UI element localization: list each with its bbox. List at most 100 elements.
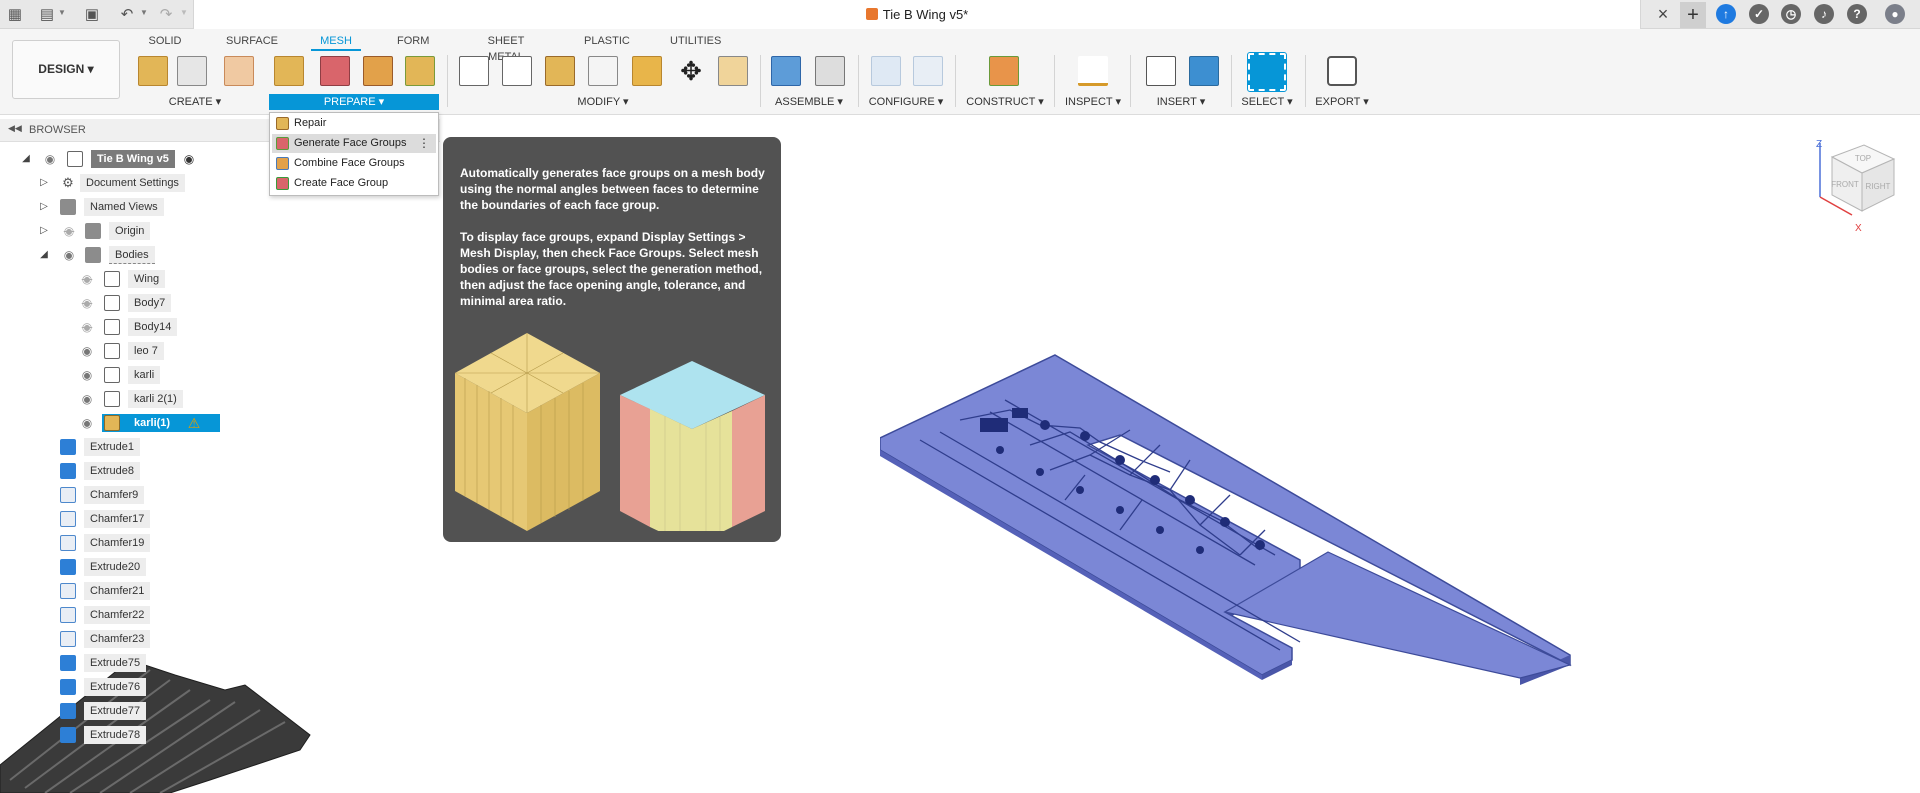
tab-form[interactable]: FORM <box>397 33 429 51</box>
select-group-button[interactable]: SELECT ▾ <box>1239 94 1295 110</box>
tree-feature-row[interactable]: Chamfer17 <box>0 509 160 529</box>
tree-feature-row[interactable]: Chamfer19 <box>0 533 160 553</box>
visibility-eye-icon[interactable]: ◉ <box>80 393 94 405</box>
expand-toggle-icon[interactable]: ◢ <box>38 249 50 261</box>
expand-toggle-icon[interactable]: ▷ <box>38 225 50 237</box>
insert-derive-icon[interactable] <box>1146 56 1176 86</box>
tree-feature-row[interactable]: Extrude20 <box>0 557 160 577</box>
visibility-eye-icon[interactable]: ◉ <box>43 153 57 165</box>
construct-group-button[interactable]: CONSTRUCT ▾ <box>965 94 1045 110</box>
tab-solid[interactable]: SOLID <box>147 33 183 51</box>
notifications-bell-icon[interactable]: ♪ <box>1814 4 1834 24</box>
offset-plane-icon[interactable] <box>989 56 1019 86</box>
tree-root-row[interactable]: ◢ ◉ Tie B Wing v5 ◉ <box>0 149 210 169</box>
configuration-table-icon[interactable] <box>913 56 943 86</box>
undo-chevron-down-icon[interactable]: ▼ <box>140 9 148 17</box>
visibility-eye-icon[interactable]: ◉ <box>80 369 94 381</box>
expand-toggle-icon[interactable]: ▷ <box>38 177 50 189</box>
generate-face-groups-icon[interactable] <box>320 56 350 86</box>
tessellate-icon[interactable] <box>224 56 254 86</box>
tree-feature-row[interactable]: Extrude75 <box>0 653 160 673</box>
visibility-eye-icon[interactable]: ◉ <box>80 417 94 429</box>
job-status-icon[interactable]: ✓ <box>1749 4 1769 24</box>
viewcube-top-face-label[interactable]: TOP <box>1855 154 1871 163</box>
mesh-body-model[interactable] <box>880 350 1580 760</box>
plane-cut-icon[interactable] <box>459 56 489 86</box>
close-tab-icon[interactable]: × <box>1653 4 1673 24</box>
tree-feature-row[interactable]: Chamfer21 <box>0 581 160 601</box>
tab-utilities[interactable]: UTILITIES <box>670 33 721 51</box>
redo-icon[interactable]: ↷ <box>155 4 177 26</box>
file-menu-chevron-down-icon[interactable]: ▼ <box>58 9 66 17</box>
tree-body-row[interactable]: ◉ Wing <box>0 269 190 289</box>
more-options-icon[interactable]: ⋮ <box>418 134 430 153</box>
tree-feature-row[interactable]: Chamfer23 <box>0 629 160 649</box>
assemble-group-button[interactable]: ASSEMBLE ▾ <box>771 94 847 110</box>
combine-face-groups-icon[interactable] <box>363 56 393 86</box>
tree-body-row[interactable]: ◉ leo 7 <box>0 341 190 361</box>
activate-radio-icon[interactable]: ◉ <box>182 153 196 165</box>
inspect-group-button[interactable]: INSPECT ▾ <box>1062 94 1124 110</box>
new-tab-plus-icon[interactable]: + <box>1680 2 1706 28</box>
tree-body-row[interactable]: ◉ karli 2(1) <box>0 389 190 409</box>
redo-chevron-down-icon[interactable]: ▼ <box>180 9 188 17</box>
file-icon[interactable]: ▤ <box>36 4 58 26</box>
tree-item-document-settings[interactable]: ▷ ⚙ Document Settings <box>0 173 190 193</box>
tree-feature-row[interactable]: Extrude77 <box>0 701 160 721</box>
viewcube-front-face-label[interactable]: FRONT <box>1831 180 1859 189</box>
tab-plastic[interactable]: PLASTIC <box>584 33 630 51</box>
hidden-eye-icon[interactable]: ◉ <box>62 225 76 237</box>
tree-body-row[interactable]: ◉ Body7 <box>0 293 190 313</box>
configure-group-button[interactable]: CONFIGURE ▾ <box>866 94 946 110</box>
expand-toggle-icon[interactable]: ▷ <box>38 201 50 213</box>
tree-feature-row[interactable]: Chamfer22 <box>0 605 160 625</box>
workspace-switcher-button[interactable]: DESIGN ▾ <box>12 40 120 99</box>
measure-ruler-icon[interactable] <box>1078 56 1108 86</box>
hidden-eye-icon[interactable]: ◉ <box>80 321 94 333</box>
tab-sheet-metal[interactable]: SHEET METAL <box>470 33 542 63</box>
recent-history-icon[interactable]: ◷ <box>1781 4 1801 24</box>
mesh-split-icon[interactable] <box>502 56 532 86</box>
select-window-icon[interactable] <box>1247 52 1287 92</box>
undo-icon[interactable]: ↶ <box>116 4 138 26</box>
tree-item-bodies[interactable]: ◢ ◉ Bodies <box>0 245 190 265</box>
new-component-icon[interactable] <box>771 56 801 86</box>
remesh-icon[interactable] <box>545 56 575 86</box>
tab-surface[interactable]: SURFACE <box>226 33 278 51</box>
create-mesh-section-sketch-icon[interactable] <box>177 56 207 86</box>
tree-feature-row[interactable]: Chamfer9 <box>0 485 160 505</box>
insert-group-button[interactable]: INSERT ▾ <box>1152 94 1210 110</box>
combine-icon[interactable] <box>632 56 662 86</box>
tree-body-row[interactable]: ◉ Body14 <box>0 317 190 337</box>
expand-toggle-icon[interactable]: ◢ <box>20 153 32 165</box>
export-3d-print-icon[interactable] <box>1327 56 1357 86</box>
menu-item-combine-face-groups[interactable]: Combine Face Groups <box>272 154 436 173</box>
hidden-eye-icon[interactable]: ◉ <box>80 273 94 285</box>
prepare-group-button[interactable]: PREPARE ▾ <box>269 94 439 110</box>
canvas-image-icon[interactable] <box>1189 56 1219 86</box>
save-icon[interactable]: ▣ <box>81 4 103 26</box>
extensions-icon[interactable]: ↑ <box>1716 4 1736 24</box>
visibility-eye-icon[interactable]: ◉ <box>62 249 76 261</box>
tree-item-origin[interactable]: ▷ ◉ Origin <box>0 221 190 241</box>
tree-feature-row[interactable]: Extrude1 <box>0 437 160 457</box>
viewcube-right-face-label[interactable]: RIGHT <box>1866 182 1891 191</box>
document-tab[interactable]: Tie B Wing v5* <box>193 0 1641 29</box>
configure-icon[interactable] <box>871 56 901 86</box>
modify-group-button[interactable]: MODIFY ▾ <box>570 94 636 110</box>
create-face-group-icon[interactable] <box>405 56 435 86</box>
tree-body-row[interactable]: ◉ karli <box>0 365 190 385</box>
menu-item-generate-face-groups[interactable]: Generate Face Groups ⋮ <box>272 134 436 153</box>
scale-icon[interactable] <box>718 56 748 86</box>
tree-feature-row[interactable]: Extrude8 <box>0 461 160 481</box>
collapse-browser-icon[interactable]: ◀◀ <box>8 123 22 134</box>
tree-feature-row[interactable]: Extrude76 <box>0 677 160 697</box>
help-icon[interactable]: ? <box>1847 4 1867 24</box>
shell-icon[interactable] <box>588 56 618 86</box>
tree-item-named-views[interactable]: ▷ Named Views <box>0 197 190 217</box>
user-avatar-icon[interactable]: ● <box>1885 4 1905 24</box>
tab-mesh[interactable]: MESH <box>311 33 361 51</box>
tree-feature-row[interactable]: Extrude78 <box>0 725 160 745</box>
hidden-eye-icon[interactable]: ◉ <box>80 297 94 309</box>
joint-icon[interactable] <box>815 56 845 86</box>
